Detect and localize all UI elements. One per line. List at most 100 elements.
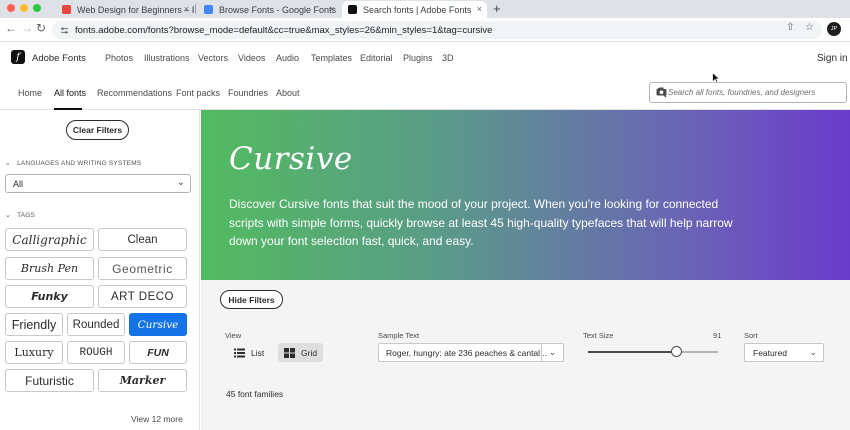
sign-in-link[interactable]: Sign in: [817, 53, 848, 64]
filter-sidebar: Clear Filters ⌄ LANGUAGES AND WRITING SY…: [0, 110, 200, 430]
close-window-icon[interactable]: [7, 4, 15, 12]
list-icon: [234, 348, 245, 357]
topnav-audio[interactable]: Audio: [276, 53, 299, 63]
tag-geometric[interactable]: Geometric: [98, 257, 187, 280]
results-toolbar: Hide Filters View List Grid Sample Text …: [201, 280, 850, 430]
maximize-window-icon[interactable]: [33, 4, 41, 12]
hero-description: Discover Cursive fonts that suit the moo…: [229, 197, 733, 248]
grid-view-button[interactable]: Grid: [278, 343, 324, 362]
font-search-box: [649, 82, 847, 103]
new-tab-button[interactable]: +: [493, 1, 501, 16]
address-bar[interactable]: fonts.adobe.com/fonts?browse_mode=defaul…: [52, 21, 822, 39]
category-hero-banner: Cursive Discover Cursive fonts that suit…: [201, 110, 850, 280]
minimize-window-icon[interactable]: [20, 4, 28, 12]
view-label: View: [225, 331, 242, 340]
tag-calligraphic[interactable]: Calligraphic: [5, 228, 94, 251]
tag-rounded[interactable]: Rounded: [67, 313, 125, 336]
search-input[interactable]: [668, 86, 832, 99]
hide-filters-button[interactable]: Hide Filters: [220, 290, 283, 309]
mouse-cursor-icon: [712, 72, 720, 84]
close-tab-icon[interactable]: ×: [184, 4, 189, 14]
subnav-home[interactable]: Home: [18, 88, 42, 98]
topnav-illustrations[interactable]: Illustrations: [144, 53, 190, 63]
text-size-slider-handle[interactable]: [670, 346, 682, 357]
list-view-button[interactable]: List: [228, 343, 270, 362]
browser-tab-figma[interactable]: Web Design for Beginners – Fi... ×: [56, 1, 194, 18]
view-more-tags-link[interactable]: View 12 more: [131, 414, 183, 424]
tags-section-header[interactable]: ⌄ TAGS: [5, 211, 36, 220]
languages-label: LANGUAGES AND WRITING SYSTEMS: [17, 159, 142, 167]
brand-name[interactable]: Adobe Fonts: [32, 53, 86, 64]
adobe-fonts-logo-icon[interactable]: f: [11, 50, 25, 64]
camera-icon[interactable]: [656, 87, 667, 96]
tag-art-deco[interactable]: Art Deco: [98, 285, 187, 308]
close-tab-icon[interactable]: ×: [330, 4, 335, 14]
url-text: fonts.adobe.com/fonts?browse_mode=defaul…: [75, 24, 493, 36]
text-size-label: Text Size: [583, 331, 614, 340]
sample-text-label: Sample Text: [378, 331, 420, 340]
list-view-label: List: [251, 347, 265, 358]
tags-label: TAGS: [17, 211, 36, 219]
close-tab-icon[interactable]: ×: [477, 4, 482, 14]
language-value: All: [13, 178, 24, 189]
chevron-down-icon: ⌄: [5, 212, 12, 219]
text-size-slider-fill: [588, 351, 677, 353]
adobe-fonts-favicon-icon: [348, 5, 357, 14]
topnav-photos[interactable]: Photos: [105, 53, 133, 63]
chevron-down-icon: ⌄: [809, 347, 817, 357]
browser-tab-google-fonts[interactable]: Browse Fonts - Google Fonts ×: [198, 1, 340, 18]
tag-funky[interactable]: Funky: [5, 285, 94, 308]
grid-view-label: Grid: [301, 347, 318, 358]
back-arrow-icon[interactable]: ←: [5, 21, 17, 35]
topnav-plugins[interactable]: Plugins: [403, 53, 433, 63]
languages-section-header[interactable]: ⌄ LANGUAGES AND WRITING SYSTEMS: [5, 159, 142, 168]
topnav-editorial[interactable]: Editorial: [360, 53, 393, 63]
chevron-down-icon: ⌄: [176, 177, 185, 188]
topnav-vectors[interactable]: Vectors: [198, 53, 228, 63]
browser-tab-bar: Web Design for Beginners – Fi... × Brows…: [0, 0, 850, 18]
secondary-nav: Home All fonts Recommendations Font pack…: [0, 75, 850, 110]
subnav-all-fonts[interactable]: All fonts: [54, 88, 86, 98]
topnav-3d[interactable]: 3D: [442, 53, 454, 63]
tag-marker[interactable]: Marker: [98, 369, 187, 392]
site-header: f Adobe Fonts Photos Illustrations Vecto…: [0, 42, 850, 75]
profile-avatar[interactable]: JP: [827, 22, 841, 36]
tag-luxury[interactable]: Luxury: [5, 341, 63, 364]
tab-title: Search fonts | Adobe Fonts: [363, 4, 472, 15]
subnav-recommendations[interactable]: Recommendations: [97, 88, 172, 98]
topnav-videos[interactable]: Videos: [238, 53, 265, 63]
forward-arrow-icon[interactable]: →: [21, 21, 33, 35]
reload-icon[interactable]: ↻: [36, 21, 46, 35]
sort-select[interactable]: Featured ⌄: [744, 343, 824, 362]
sort-value: Featured: [753, 347, 788, 358]
bookmark-star-icon[interactable]: ☆: [805, 22, 814, 33]
browser-toolbar: ← → ↻ fonts.adobe.com/fonts?browse_mode=…: [0, 18, 850, 42]
tag-brush-pen[interactable]: Brush Pen: [5, 257, 94, 280]
sort-label: Sort: [744, 331, 758, 340]
subnav-font-packs[interactable]: Font packs: [176, 88, 220, 98]
tag-friendly[interactable]: Friendly: [5, 313, 63, 336]
site-info-icon[interactable]: [60, 26, 69, 35]
subnav-foundries[interactable]: Foundries: [228, 88, 268, 98]
subnav-about[interactable]: About: [276, 88, 300, 98]
tag-fun[interactable]: Fun: [129, 341, 187, 364]
figma-favicon-icon: [62, 5, 71, 14]
tag-cursive[interactable]: Cursive: [129, 313, 187, 336]
browser-tab-adobe-fonts[interactable]: Search fonts | Adobe Fonts ×: [342, 1, 487, 18]
sample-text-select[interactable]: Roger, hungry: ate 236 peaches & cantal.…: [378, 343, 564, 362]
tab-divider: [195, 4, 196, 14]
text-size-slider-track[interactable]: [588, 351, 718, 353]
text-size-value: 91: [713, 331, 722, 340]
result-count: 45 font families: [226, 389, 284, 399]
tag-clean[interactable]: Clean: [98, 228, 187, 251]
share-icon[interactable]: ⇧: [786, 22, 794, 33]
chevron-down-icon: ⌄: [541, 344, 563, 361]
tag-futuristic[interactable]: Futuristic: [5, 369, 94, 392]
tab-title: Browse Fonts - Google Fonts: [219, 4, 337, 15]
topnav-templates[interactable]: Templates: [311, 53, 352, 63]
hero-title: Cursive: [229, 141, 353, 177]
language-select[interactable]: All ⌄: [5, 174, 191, 193]
tag-rough[interactable]: Rough: [67, 341, 125, 364]
clear-filters-button[interactable]: Clear Filters: [66, 120, 129, 140]
google-fonts-favicon-icon: [204, 5, 213, 14]
